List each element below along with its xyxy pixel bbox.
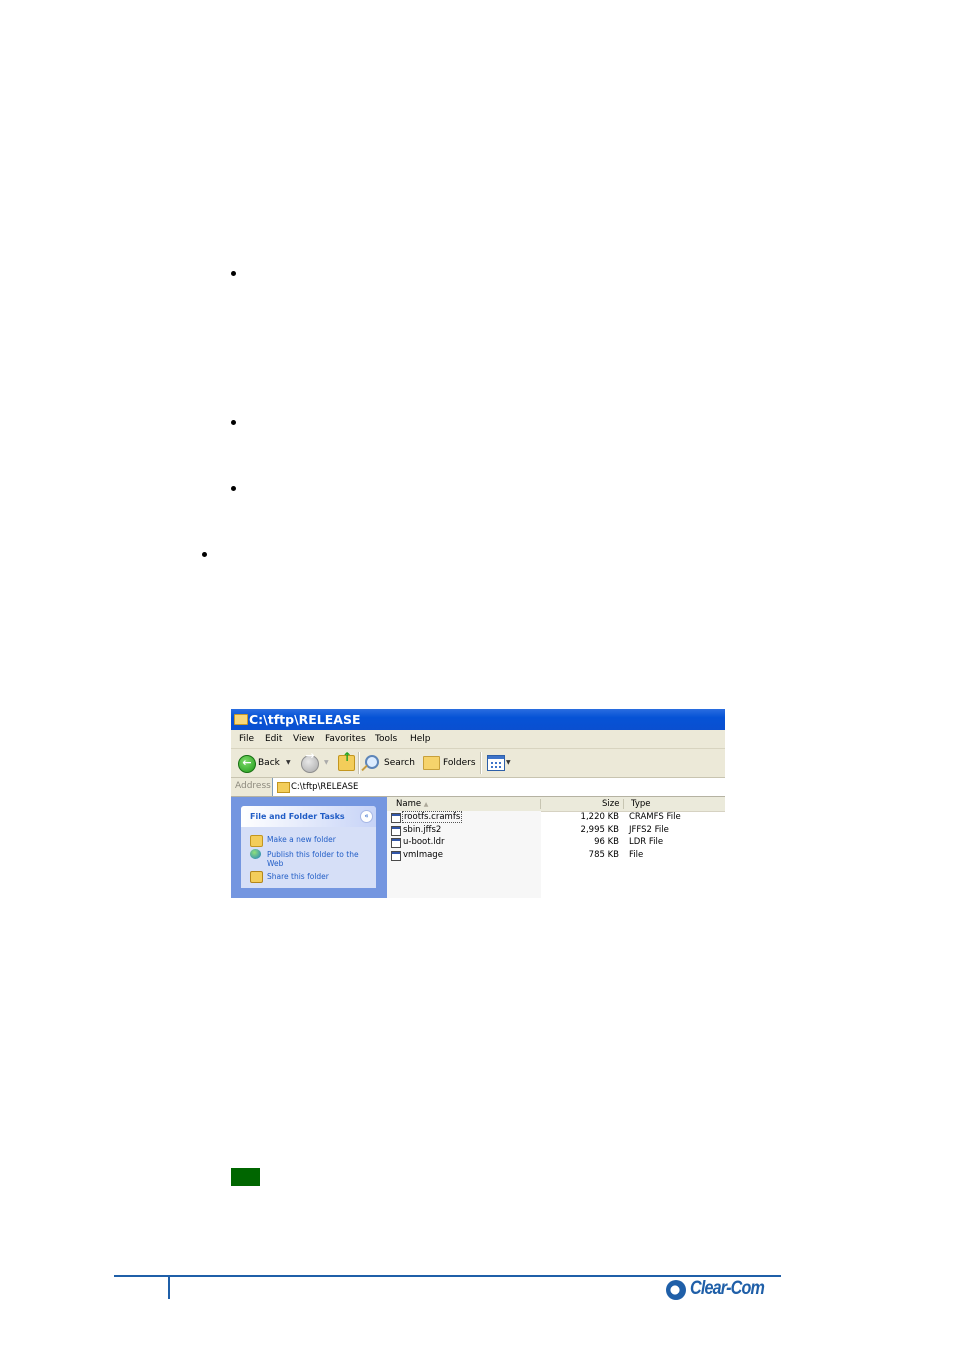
views-dropdown-icon[interactable]: ▼ <box>506 749 511 777</box>
publish-web-icon <box>250 849 261 859</box>
task-pane: File and Folder Tasks « Make a new folde… <box>231 797 387 898</box>
file-icon <box>391 813 401 823</box>
folder-icon <box>234 714 248 725</box>
file-icon <box>391 826 401 836</box>
views-icon[interactable] <box>487 755 505 771</box>
search-button[interactable]: Search <box>362 749 417 777</box>
file-name: u-boot.ldr <box>403 837 445 847</box>
new-folder-icon <box>250 835 263 847</box>
file-type: LDR File <box>629 837 664 847</box>
file-name: rootfs.cramfs <box>401 811 463 823</box>
file-size: 1,220 KB <box>580 812 619 822</box>
folder-icon <box>277 782 290 793</box>
file-row[interactable]: u-boot.ldr 96 KB LDR File <box>387 837 725 849</box>
file-size: 2,995 KB <box>580 825 619 835</box>
window-title: C:\tftp\RELEASE <box>249 712 361 727</box>
bullet-point <box>231 420 236 425</box>
menu-tools[interactable]: Tools <box>375 734 397 744</box>
column-divider[interactable] <box>540 799 541 809</box>
back-dropdown-icon[interactable]: ▼ <box>286 749 291 777</box>
share-folder-icon <box>250 871 263 883</box>
toolbar: ← Back ▼ → ▼ ↑ Search Folders ▼ <box>231 749 725 778</box>
address-bar: Address C:\tftp\RELEASE <box>231 778 725 797</box>
search-label: Search <box>384 758 415 768</box>
explorer-window: C:\tftp\RELEASE File Edit View Favorites… <box>231 709 725 898</box>
task-panel-header[interactable]: File and Folder Tasks « <box>241 806 376 827</box>
file-icon <box>391 851 401 861</box>
toolbar-separator <box>480 752 482 774</box>
folder-up-icon[interactable]: ↑ <box>338 750 355 771</box>
folders-label: Folders <box>443 758 476 768</box>
file-size: 96 KB <box>594 837 619 847</box>
back-label: Back <box>258 758 280 768</box>
menu-view[interactable]: View <box>293 734 314 744</box>
file-type: JFFS2 File <box>629 825 669 835</box>
note-marker <box>231 1168 260 1186</box>
address-value: C:\tftp\RELEASE <box>291 782 359 792</box>
task-panel-title: File and Folder Tasks <box>250 812 345 821</box>
file-size: 785 KB <box>588 850 619 860</box>
file-name: vmImage <box>403 850 443 860</box>
task-publish-folder[interactable]: Publish this folder to the Web <box>267 850 363 868</box>
file-name: sbin.jffs2 <box>403 825 442 835</box>
file-icon <box>391 838 401 848</box>
task-make-new-folder[interactable]: Make a new folder <box>267 835 371 844</box>
address-label: Address <box>235 781 271 791</box>
collapse-icon[interactable]: « <box>360 810 373 823</box>
column-header: Name ▲ Size Type <box>387 797 725 812</box>
folders-icon <box>423 756 440 770</box>
file-type: CRAMFS File <box>629 812 681 822</box>
title-bar: C:\tftp\RELEASE <box>231 709 725 730</box>
file-row[interactable]: sbin.jffs2 2,995 KB JFFS2 File <box>387 825 725 837</box>
column-name[interactable]: Name ▲ <box>396 799 428 809</box>
logo-text: Clear-Com <box>690 1278 765 1299</box>
file-row[interactable]: rootfs.cramfs 1,220 KB CRAMFS File <box>387 811 725 824</box>
bullet-point <box>231 271 236 276</box>
forward-dropdown-icon[interactable]: ▼ <box>324 749 329 777</box>
column-name-label: Name <box>396 799 422 809</box>
menu-edit[interactable]: Edit <box>265 734 282 744</box>
menu-help[interactable]: Help <box>410 734 431 744</box>
footer-divider <box>168 1277 170 1299</box>
column-divider[interactable] <box>623 799 624 809</box>
task-share-folder[interactable]: Share this folder <box>267 872 371 881</box>
menu-bar: File Edit View Favorites Tools Help <box>231 730 725 749</box>
back-arrow-icon: ← <box>238 755 256 773</box>
menu-favorites[interactable]: Favorites <box>325 734 366 744</box>
menu-file[interactable]: File <box>239 734 254 744</box>
forward-arrow-icon[interactable]: → <box>301 749 319 773</box>
file-list: Name ▲ Size Type rootfs.cramfs 1,220 KB … <box>387 797 725 898</box>
bullet-point <box>202 552 207 557</box>
column-type[interactable]: Type <box>631 799 651 809</box>
column-size[interactable]: Size <box>602 799 619 809</box>
folders-button[interactable]: Folders <box>421 749 477 777</box>
file-row[interactable]: vmImage 785 KB File <box>387 850 725 862</box>
bullet-point <box>231 486 236 491</box>
address-input[interactable]: C:\tftp\RELEASE <box>272 778 725 796</box>
footer-rule <box>114 1275 781 1277</box>
toolbar-separator <box>358 752 360 774</box>
clear-com-logo-icon <box>666 1280 686 1300</box>
search-icon <box>365 755 379 769</box>
sort-ascending-icon: ▲ <box>423 801 429 808</box>
file-type: File <box>629 850 644 860</box>
file-folder-tasks-panel: File and Folder Tasks « Make a new folde… <box>241 806 376 888</box>
